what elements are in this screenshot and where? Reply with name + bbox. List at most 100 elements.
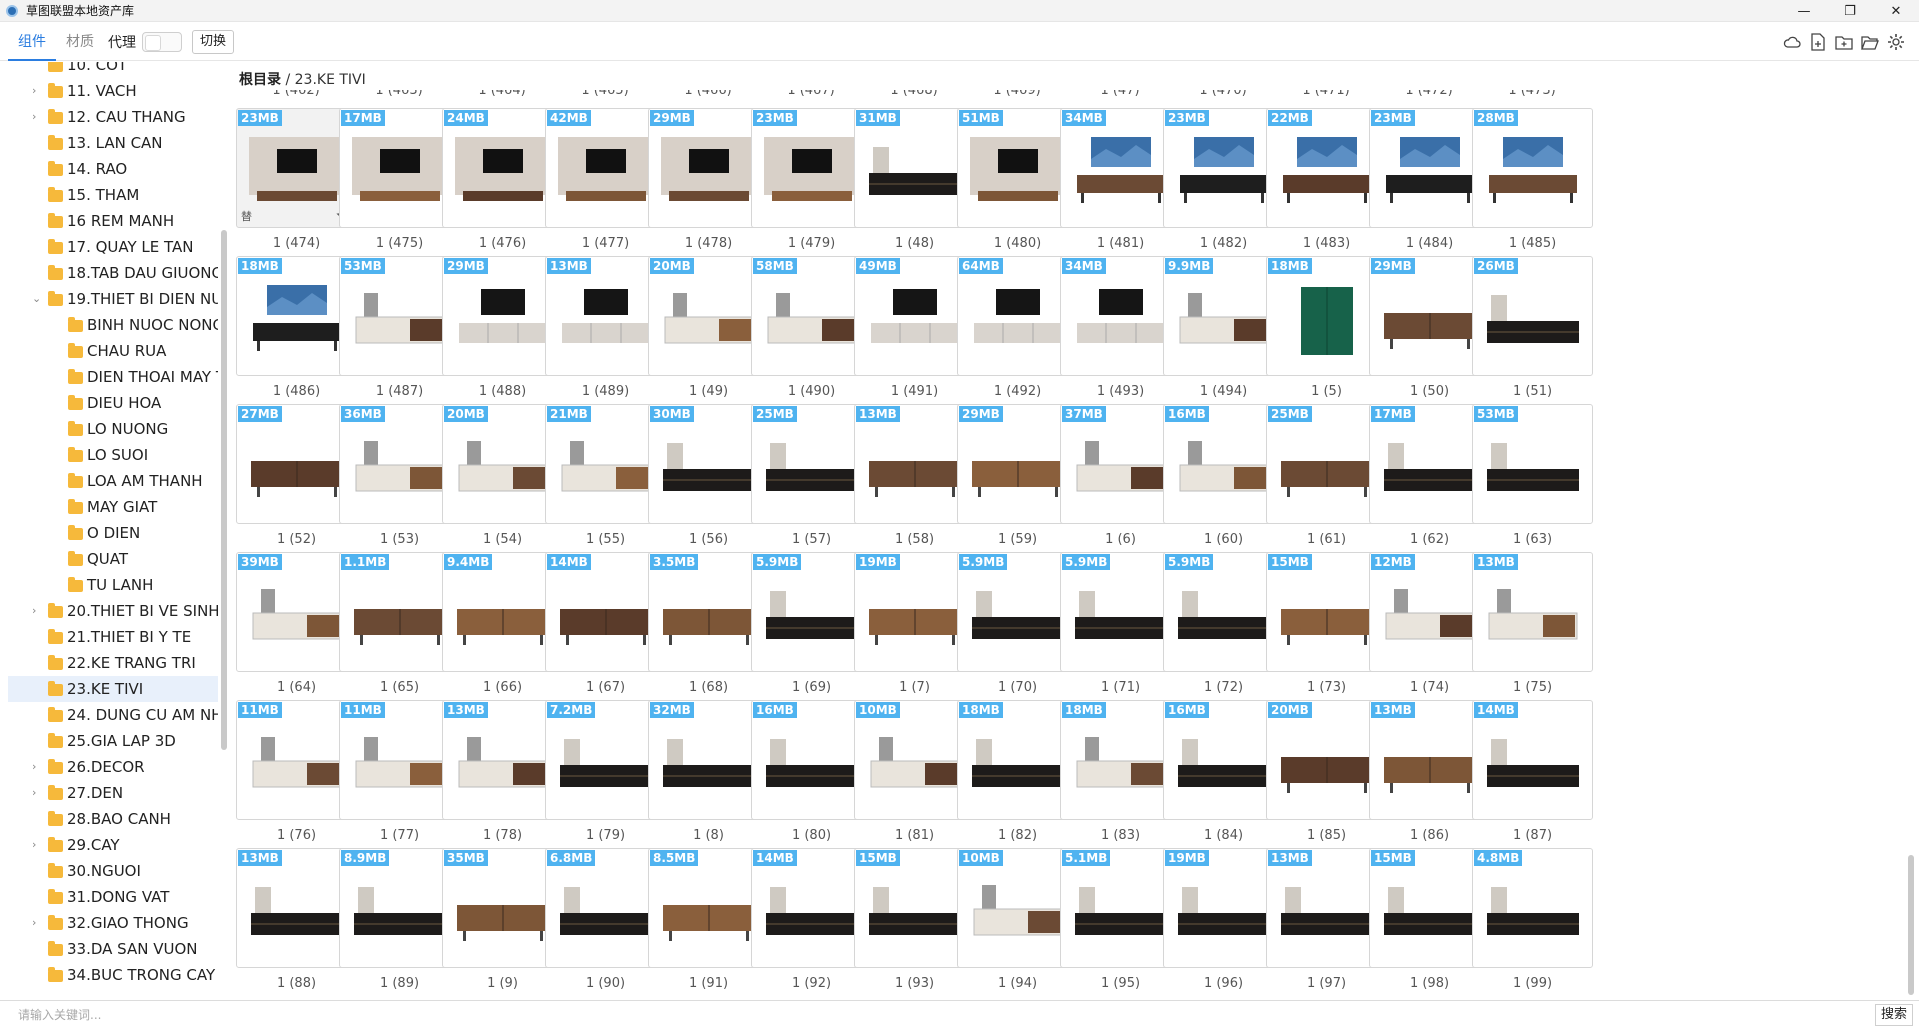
- sidebar-item-label: TU LANH: [87, 576, 154, 594]
- sidebar-item[interactable]: › 11. VACH: [8, 78, 218, 104]
- sidebar-item[interactable]: 13. LAN CAN: [8, 130, 218, 156]
- sidebar-item[interactable]: DIEN THOAI MAY TI: [8, 364, 218, 390]
- settings-icon[interactable]: [1883, 29, 1909, 55]
- sidebar-item[interactable]: › 32.GIAO THONG: [8, 910, 218, 936]
- sidebar-item[interactable]: DIEU HOA: [8, 390, 218, 416]
- sidebar-item[interactable]: LOA AM THANH: [8, 468, 218, 494]
- sidebar-item[interactable]: BINH NUOC NONG: [8, 312, 218, 338]
- sidebar-item[interactable]: TU LANH: [8, 572, 218, 598]
- sidebar-item[interactable]: LO SUOI: [8, 442, 218, 468]
- sidebar-item[interactable]: › 29.CAY: [8, 832, 218, 858]
- window-controls: — ❐ ✕: [1781, 0, 1919, 22]
- asset-label: 1 (47): [1060, 90, 1180, 96]
- close-button[interactable]: ✕: [1873, 0, 1919, 22]
- sidebar-item-label: LOA AM THANH: [87, 472, 203, 490]
- sidebar-item[interactable]: O DIEN: [8, 520, 218, 546]
- minimize-button[interactable]: —: [1781, 0, 1827, 22]
- sidebar-item-label: O DIEN: [87, 524, 141, 542]
- chevron-right-icon[interactable]: ›: [32, 605, 42, 616]
- tab-materials[interactable]: 材质: [56, 23, 104, 61]
- sidebar-item[interactable]: 18.TAB DAU GIUONG: [8, 260, 218, 286]
- sidebar-item[interactable]: › 12. CAU THANG: [8, 104, 218, 130]
- sidebar-item[interactable]: MAY GIAT: [8, 494, 218, 520]
- asset-thumbnail: [1277, 723, 1377, 809]
- chevron-right-icon[interactable]: ›: [32, 787, 42, 798]
- cloud-icon[interactable]: [1779, 29, 1805, 55]
- maximize-button[interactable]: ❐: [1827, 0, 1873, 22]
- asset-thumbnail: [1380, 131, 1480, 217]
- asset-thumbnail: [350, 427, 450, 513]
- sidebar-item-label: 30.NGUOI: [67, 862, 141, 880]
- sidebar-item[interactable]: 21.THIET BI Y TE: [8, 624, 218, 650]
- folder-icon: [48, 785, 63, 800]
- sidebar-item[interactable]: 25.GIA LAP 3D: [8, 728, 218, 754]
- file-size-badge: 20MB: [444, 406, 488, 422]
- file-size-badge: 29MB: [650, 110, 694, 126]
- grid-scrollbar[interactable]: [1908, 855, 1914, 995]
- file-size-badge: 11MB: [238, 702, 282, 718]
- asset-thumbnail: [968, 575, 1068, 661]
- sidebar-item[interactable]: 33.DA SAN VUON: [8, 936, 218, 962]
- open-folder-icon[interactable]: [1857, 29, 1883, 55]
- replace-label[interactable]: 替: [241, 208, 252, 224]
- sidebar-item[interactable]: QUAT: [8, 546, 218, 572]
- sidebar-item[interactable]: 22.KE TRANG TRI: [8, 650, 218, 676]
- sidebar-item[interactable]: › 27.DEN: [8, 780, 218, 806]
- sidebar-item[interactable]: 23.KE TIVI: [8, 676, 218, 702]
- asset-thumbnail: [247, 131, 347, 217]
- asset-thumbnail: [453, 723, 553, 809]
- sidebar-item[interactable]: 15. THAM: [8, 182, 218, 208]
- sidebar-item[interactable]: 28.BAO CANH: [8, 806, 218, 832]
- chevron-right-icon[interactable]: ›: [32, 917, 42, 928]
- search-button[interactable]: 搜索: [1875, 1004, 1913, 1026]
- asset-card[interactable]: 14MB: [1472, 700, 1593, 820]
- sidebar-item[interactable]: 31.DONG VAT: [8, 884, 218, 910]
- folder-icon: [48, 681, 63, 696]
- folder-icon: [48, 265, 63, 280]
- sidebar-item[interactable]: 16 REM MANH: [8, 208, 218, 234]
- chevron-down-icon[interactable]: ⌄: [32, 293, 42, 304]
- tab-components[interactable]: 组件: [8, 23, 56, 61]
- sidebar-scrollbar[interactable]: [221, 230, 227, 750]
- proxy-toggle[interactable]: [142, 31, 182, 52]
- sidebar-item[interactable]: 24. DUNG CU AM NHA: [8, 702, 218, 728]
- chevron-right-icon[interactable]: ›: [32, 85, 42, 96]
- folder-icon: [68, 577, 83, 592]
- asset-card[interactable]: 28MB: [1472, 108, 1593, 228]
- folder-icon: [48, 863, 63, 878]
- sidebar-item[interactable]: 17. QUAY LE TAN: [8, 234, 218, 260]
- sidebar-item[interactable]: LO NUONG: [8, 416, 218, 442]
- asset-card[interactable]: 53MB: [1472, 404, 1593, 524]
- asset-card[interactable]: 13MB: [1472, 552, 1593, 672]
- sidebar-item-label: 17. QUAY LE TAN: [67, 238, 194, 256]
- file-size-badge: 13MB: [444, 702, 488, 718]
- chevron-right-icon[interactable]: ›: [32, 839, 42, 850]
- sidebar-item[interactable]: 10. COT: [8, 62, 218, 78]
- asset-label: 1 (462): [236, 90, 356, 96]
- asset-card[interactable]: 26MB: [1472, 256, 1593, 376]
- switch-button[interactable]: 切换: [192, 29, 235, 54]
- sidebar-item[interactable]: › 26.DECOR: [8, 754, 218, 780]
- chevron-right-icon[interactable]: ›: [32, 111, 42, 122]
- add-folder-icon[interactable]: [1831, 29, 1857, 55]
- sidebar-item-label: 22.KE TRANG TRI: [67, 654, 196, 672]
- file-size-badge: 32MB: [650, 702, 694, 718]
- folder-icon: [68, 447, 83, 462]
- asset-thumbnail: [865, 871, 965, 957]
- sidebar-item[interactable]: › 20.THIET BI VE SINH: [8, 598, 218, 624]
- sidebar-item-label: LO SUOI: [87, 446, 149, 464]
- asset-label: 1 (468): [854, 90, 974, 96]
- file-size-badge: 5.9MB: [1062, 554, 1111, 570]
- asset-label: 1 (87): [1512, 828, 1553, 843]
- sidebar-item[interactable]: 34.BUC TRONG CAY: [8, 962, 218, 988]
- add-file-icon[interactable]: [1805, 29, 1831, 55]
- search-input[interactable]: [18, 1005, 1868, 1025]
- chevron-right-icon[interactable]: ›: [32, 761, 42, 772]
- asset-card[interactable]: 4.8MB: [1472, 848, 1593, 968]
- sidebar-item[interactable]: 30.NGUOI: [8, 858, 218, 884]
- file-size-badge: 17MB: [1371, 406, 1415, 422]
- asset-thumbnail: [659, 131, 759, 217]
- sidebar-item[interactable]: CHAU RUA: [8, 338, 218, 364]
- sidebar-item[interactable]: ⌄ 19.THIET BI DIEN NUOC: [8, 286, 218, 312]
- sidebar-item[interactable]: 14. RAO: [8, 156, 218, 182]
